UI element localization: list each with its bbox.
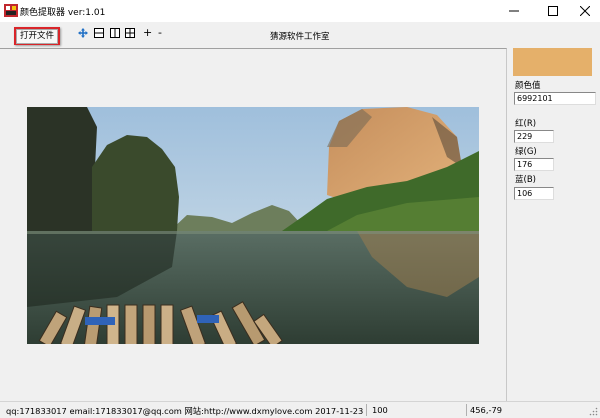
status-coordinates: 456,-79 bbox=[470, 405, 503, 415]
maximize-icon bbox=[547, 6, 558, 16]
color-panel: 颜色值 6992101 红(R) 229 绿(G) 176 蓝(B) 106 bbox=[507, 48, 600, 401]
fit-horizontal-icon[interactable] bbox=[94, 28, 104, 38]
open-file-label: 打开文件 bbox=[16, 28, 58, 44]
red-label: 红(R) bbox=[515, 119, 537, 129]
zoom-out-button[interactable]: - bbox=[158, 26, 162, 39]
status-zoom: 100 bbox=[372, 405, 388, 415]
status-contact: qq:171833017 email:171833017@qq.com 网站:h… bbox=[6, 406, 364, 416]
color-value-label: 颜色值 bbox=[515, 81, 541, 91]
move-icon[interactable] bbox=[78, 28, 88, 38]
fit-vertical-icon[interactable] bbox=[110, 28, 120, 38]
status-divider bbox=[466, 404, 467, 416]
blue-label: 蓝(B) bbox=[515, 175, 536, 185]
image-canvas-area[interactable] bbox=[0, 48, 507, 402]
landscape-photo[interactable] bbox=[27, 107, 479, 344]
window-title: 颜色提取器 ver:1.01 bbox=[20, 8, 106, 18]
blue-value-field[interactable]: 106 bbox=[514, 187, 554, 200]
close-button[interactable] bbox=[566, 0, 600, 22]
close-icon bbox=[579, 6, 590, 16]
toolbar: 打开文件 + - 猜源软件工作室 bbox=[0, 22, 600, 48]
resize-grip-icon[interactable] bbox=[589, 407, 598, 416]
studio-label: 猜源软件工作室 bbox=[270, 32, 330, 42]
zoom-in-button[interactable]: + bbox=[143, 26, 152, 39]
green-label: 绿(G) bbox=[515, 147, 537, 157]
color-swatch bbox=[513, 48, 592, 76]
status-bar: qq:171833017 email:171833017@qq.com 网站:h… bbox=[0, 401, 600, 418]
status-divider bbox=[366, 404, 367, 416]
red-value-field[interactable]: 229 bbox=[514, 130, 554, 143]
green-value-field[interactable]: 176 bbox=[514, 158, 554, 171]
fit-window-icon[interactable] bbox=[125, 28, 135, 38]
open-file-button[interactable]: 打开文件 bbox=[14, 27, 60, 45]
app-icon bbox=[4, 4, 18, 17]
minimize-button[interactable] bbox=[495, 0, 532, 22]
minimize-icon bbox=[508, 10, 519, 12]
title-bar: 颜色提取器 ver:1.01 bbox=[0, 0, 600, 22]
color-value-field[interactable]: 6992101 bbox=[514, 92, 596, 105]
